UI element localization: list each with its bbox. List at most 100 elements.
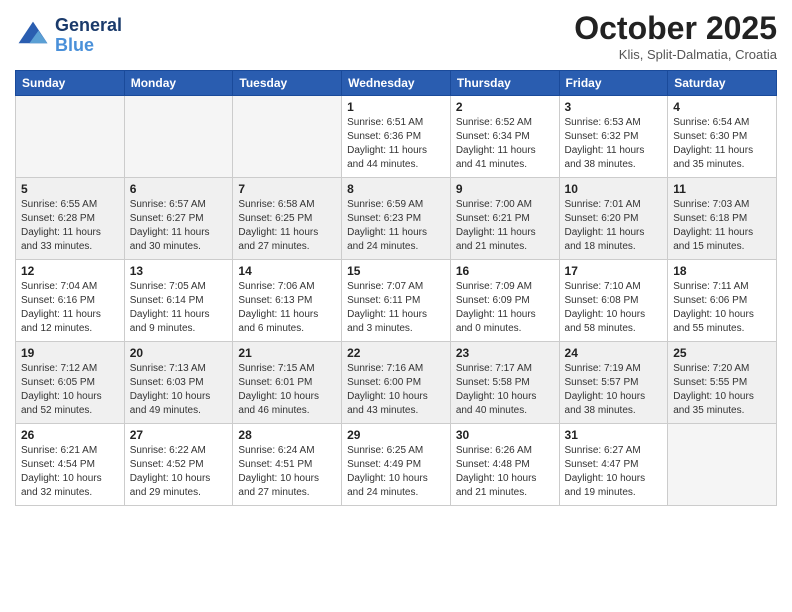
day-number: 29	[347, 428, 445, 442]
table-row: 7 Sunrise: 6:58 AM Sunset: 6:25 PM Daylig…	[233, 178, 342, 260]
col-wednesday: Wednesday	[342, 71, 451, 96]
day-number: 12	[21, 264, 119, 278]
table-row: 12 Sunrise: 7:04 AM Sunset: 6:16 PM Dayli…	[16, 260, 125, 342]
day-info: Sunrise: 7:09 AM Sunset: 6:09 PM Dayligh…	[456, 280, 554, 336]
table-row: 18 Sunrise: 7:11 AM Sunset: 6:06 PM Dayli…	[668, 260, 777, 342]
table-row: 8Sunrise: 6:59 AM Sunset: 6:23 PM Daylig…	[342, 178, 451, 260]
table-row: 30 Sunrise: 6:26 AM Sunset: 4:48 PM Dayli…	[450, 424, 559, 506]
table-row: 13 Sunrise: 7:05 AM Sunset: 6:14 PM Dayli…	[124, 260, 233, 342]
day-number: 6	[130, 182, 228, 196]
table-row: 19Sunrise: 7:12 AM Sunset: 6:05 PM Dayli…	[16, 342, 125, 424]
day-number: 21	[238, 346, 336, 360]
title-block: October 2025 Klis, Split-Dalmatia, Croat…	[574, 10, 777, 62]
table-row: 4 Sunrise: 6:54 AM Sunset: 6:30 PM Daylig…	[668, 96, 777, 178]
day-info: Sunrise: 6:55 AM Sunset: 6:28 PM Dayligh…	[21, 198, 119, 254]
day-number: 20	[130, 346, 228, 360]
table-row: 14 Sunrise: 7:06 AM Sunset: 6:13 PM Dayli…	[233, 260, 342, 342]
day-info: Sunrise: 6:21 AM Sunset: 4:54 PM Dayligh…	[21, 444, 119, 500]
table-row: 29Sunrise: 6:25 AM Sunset: 4:49 PM Dayli…	[342, 424, 451, 506]
location: Klis, Split-Dalmatia, Croatia	[574, 47, 777, 62]
logo: General Blue	[15, 16, 122, 56]
day-info: Sunrise: 6:53 AM Sunset: 6:32 PM Dayligh…	[565, 116, 663, 172]
day-info: Sunrise: 6:57 AM Sunset: 6:27 PM Dayligh…	[130, 198, 228, 254]
table-row: 10 Sunrise: 7:01 AM Sunset: 6:20 PM Dayli…	[559, 178, 668, 260]
day-info: Sunrise: 7:17 AM Sunset: 5:58 PM Dayligh…	[456, 362, 554, 418]
day-number: 27	[130, 428, 228, 442]
day-number: 13	[130, 264, 228, 278]
day-info: Sunrise: 7:19 AM Sunset: 5:57 PM Dayligh…	[565, 362, 663, 418]
day-number: 14	[238, 264, 336, 278]
day-info: Sunrise: 7:16 AM Sunset: 6:00 PM Dayligh…	[347, 362, 445, 418]
table-row: 23 Sunrise: 7:17 AM Sunset: 5:58 PM Dayli…	[450, 342, 559, 424]
col-tuesday: Tuesday	[233, 71, 342, 96]
day-number: 1	[347, 100, 445, 114]
table-row	[16, 96, 125, 178]
day-number: 28	[238, 428, 336, 442]
header: General Blue October 2025 Klis, Split-Da…	[15, 10, 777, 62]
day-info: Sunrise: 7:06 AM Sunset: 6:13 PM Dayligh…	[238, 280, 336, 336]
table-row: 15Sunrise: 7:07 AM Sunset: 6:11 PM Dayli…	[342, 260, 451, 342]
day-number: 10	[565, 182, 663, 196]
day-number: 18	[673, 264, 771, 278]
day-number: 25	[673, 346, 771, 360]
table-row	[668, 424, 777, 506]
day-number: 9	[456, 182, 554, 196]
day-info: Sunrise: 7:01 AM Sunset: 6:20 PM Dayligh…	[565, 198, 663, 254]
day-number: 2	[456, 100, 554, 114]
day-number: 23	[456, 346, 554, 360]
col-monday: Monday	[124, 71, 233, 96]
day-info: Sunrise: 7:00 AM Sunset: 6:21 PM Dayligh…	[456, 198, 554, 254]
day-info: Sunrise: 6:27 AM Sunset: 4:47 PM Dayligh…	[565, 444, 663, 500]
day-info: Sunrise: 6:22 AM Sunset: 4:52 PM Dayligh…	[130, 444, 228, 500]
day-number: 7	[238, 182, 336, 196]
calendar-week-row: 12 Sunrise: 7:04 AM Sunset: 6:16 PM Dayli…	[16, 260, 777, 342]
calendar: Sunday Monday Tuesday Wednesday Thursday…	[15, 70, 777, 506]
table-row: 17 Sunrise: 7:10 AM Sunset: 6:08 PM Dayli…	[559, 260, 668, 342]
calendar-week-row: 5 Sunrise: 6:55 AM Sunset: 6:28 PM Daylig…	[16, 178, 777, 260]
table-row: 24Sunrise: 7:19 AM Sunset: 5:57 PM Dayli…	[559, 342, 668, 424]
month-title: October 2025	[574, 10, 777, 47]
table-row: 5 Sunrise: 6:55 AM Sunset: 6:28 PM Daylig…	[16, 178, 125, 260]
calendar-header-row: Sunday Monday Tuesday Wednesday Thursday…	[16, 71, 777, 96]
table-row: 11Sunrise: 7:03 AM Sunset: 6:18 PM Dayli…	[668, 178, 777, 260]
day-number: 4	[673, 100, 771, 114]
page: General Blue October 2025 Klis, Split-Da…	[0, 0, 792, 612]
table-row: 27 Sunrise: 6:22 AM Sunset: 4:52 PM Dayli…	[124, 424, 233, 506]
day-number: 5	[21, 182, 119, 196]
logo-text: General Blue	[55, 16, 122, 56]
table-row: 26Sunrise: 6:21 AM Sunset: 4:54 PM Dayli…	[16, 424, 125, 506]
day-number: 8	[347, 182, 445, 196]
day-number: 30	[456, 428, 554, 442]
day-info: Sunrise: 7:20 AM Sunset: 5:55 PM Dayligh…	[673, 362, 771, 418]
col-thursday: Thursday	[450, 71, 559, 96]
table-row: 2 Sunrise: 6:52 AM Sunset: 6:34 PM Daylig…	[450, 96, 559, 178]
day-info: Sunrise: 7:04 AM Sunset: 6:16 PM Dayligh…	[21, 280, 119, 336]
day-number: 31	[565, 428, 663, 442]
table-row: 9 Sunrise: 7:00 AM Sunset: 6:21 PM Daylig…	[450, 178, 559, 260]
logo-line2: Blue	[55, 35, 94, 55]
table-row	[124, 96, 233, 178]
day-info: Sunrise: 7:10 AM Sunset: 6:08 PM Dayligh…	[565, 280, 663, 336]
day-number: 15	[347, 264, 445, 278]
day-info: Sunrise: 7:05 AM Sunset: 6:14 PM Dayligh…	[130, 280, 228, 336]
table-row: 16Sunrise: 7:09 AM Sunset: 6:09 PM Dayli…	[450, 260, 559, 342]
day-info: Sunrise: 6:58 AM Sunset: 6:25 PM Dayligh…	[238, 198, 336, 254]
day-number: 11	[673, 182, 771, 196]
table-row: 21Sunrise: 7:15 AM Sunset: 6:01 PM Dayli…	[233, 342, 342, 424]
calendar-week-row: 19Sunrise: 7:12 AM Sunset: 6:05 PM Dayli…	[16, 342, 777, 424]
day-number: 17	[565, 264, 663, 278]
day-info: Sunrise: 6:26 AM Sunset: 4:48 PM Dayligh…	[456, 444, 554, 500]
table-row: 1Sunrise: 6:51 AM Sunset: 6:36 PM Daylig…	[342, 96, 451, 178]
day-info: Sunrise: 6:54 AM Sunset: 6:30 PM Dayligh…	[673, 116, 771, 172]
col-saturday: Saturday	[668, 71, 777, 96]
calendar-week-row: 1Sunrise: 6:51 AM Sunset: 6:36 PM Daylig…	[16, 96, 777, 178]
day-info: Sunrise: 6:52 AM Sunset: 6:34 PM Dayligh…	[456, 116, 554, 172]
table-row: 22Sunrise: 7:16 AM Sunset: 6:00 PM Dayli…	[342, 342, 451, 424]
table-row	[233, 96, 342, 178]
day-number: 19	[21, 346, 119, 360]
logo-icon	[15, 18, 51, 54]
table-row: 28Sunrise: 6:24 AM Sunset: 4:51 PM Dayli…	[233, 424, 342, 506]
day-info: Sunrise: 7:11 AM Sunset: 6:06 PM Dayligh…	[673, 280, 771, 336]
calendar-week-row: 26Sunrise: 6:21 AM Sunset: 4:54 PM Dayli…	[16, 424, 777, 506]
table-row: 25 Sunrise: 7:20 AM Sunset: 5:55 PM Dayli…	[668, 342, 777, 424]
